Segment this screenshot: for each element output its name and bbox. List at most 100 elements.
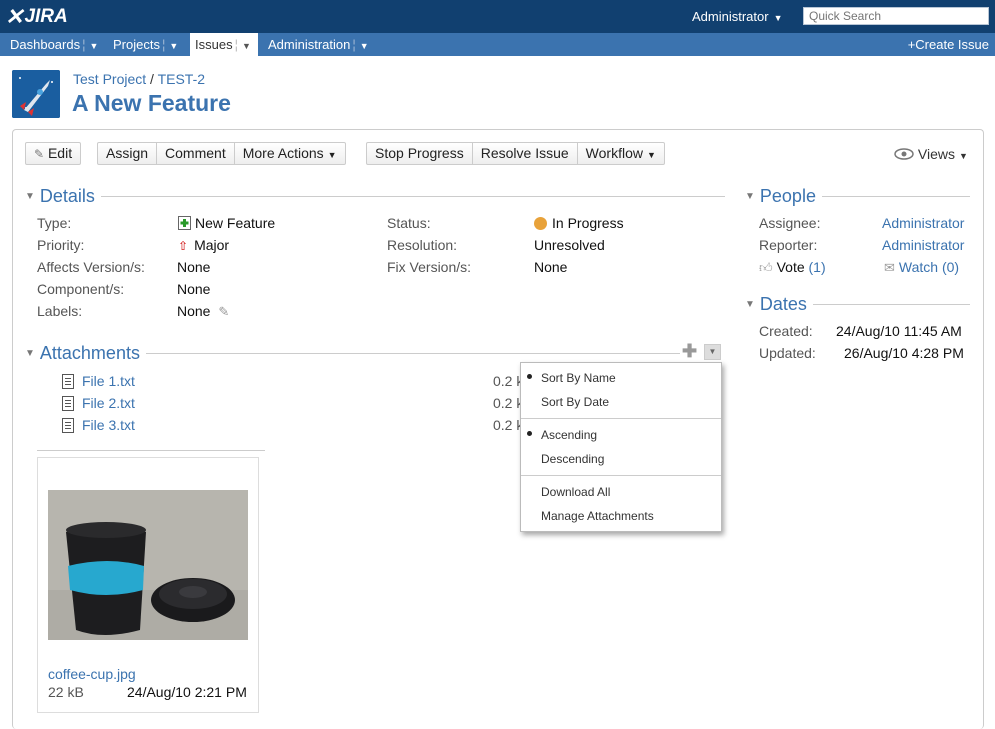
collapse-triangle-icon[interactable]: ▼ — [25, 191, 35, 202]
edit-button[interactable]: ✎ Edit — [25, 142, 82, 165]
menu-divider — [521, 418, 721, 419]
attachment-size: 0.2 k — [493, 395, 524, 411]
vote-count[interactable]: (1) — [809, 259, 826, 275]
image-attachment-name[interactable]: coffee-cup.jpg — [48, 666, 136, 682]
collapse-triangle-icon[interactable]: ▼ — [25, 348, 35, 359]
views-button[interactable]: Views ▼ — [894, 146, 968, 162]
assign-button[interactable]: Assign — [98, 143, 158, 164]
comment-button[interactable]: Comment — [157, 143, 235, 164]
fix-version-label: Fix Version/s: — [387, 259, 472, 275]
type-value-text: New Feature — [195, 215, 276, 231]
fix-version-value: None — [534, 259, 568, 275]
nav-item-issues[interactable]: Issues ¦ ▼ — [190, 33, 258, 56]
attachment-name[interactable]: File 2.txt — [82, 395, 135, 411]
menu-item-sort-by-name[interactable]: Sort By Name — [541, 371, 616, 385]
nav-item-label: Administration — [268, 37, 351, 52]
chevron-down-icon[interactable]: ▼ — [242, 41, 251, 51]
jira-logo[interactable]: ✕ JIRA — [5, 4, 68, 30]
user-menu-label: Administrator — [692, 9, 769, 24]
rocket-icon — [12, 70, 60, 118]
jira-logo-icon: ✕ — [5, 4, 24, 29]
menu-item-descending[interactable]: Descending — [541, 452, 604, 466]
details-title: Details — [39, 186, 95, 206]
chevron-down-icon[interactable]: ▼ — [360, 41, 369, 51]
resolution-value: Unresolved — [534, 237, 605, 253]
nav-item-administration[interactable]: Administration ¦ ▼ — [258, 33, 373, 56]
create-issue-label: Create Issue — [915, 37, 989, 52]
created-value: 24/Aug/10 11:45 AM — [836, 323, 962, 339]
watch-count[interactable]: (0) — [942, 259, 959, 275]
affects-version-label: Affects Version/s: — [37, 259, 145, 275]
thumbs-up-icon: 👍︎ — [759, 260, 773, 275]
add-attachment-icon[interactable]: ✚ — [682, 342, 697, 360]
reporter-label: Reporter: — [759, 237, 818, 253]
attachment-options-dropdown[interactable]: ▼ — [704, 344, 721, 360]
workflow-button[interactable]: Workflow ▼ — [578, 143, 664, 164]
edit-labels-pencil-icon[interactable]: ✎ — [218, 304, 229, 319]
more-actions-button[interactable]: More Actions ▼ — [235, 143, 345, 164]
vote-link[interactable]: 👍︎ Vote (1) — [759, 259, 826, 276]
menu-item-manage-attachments[interactable]: Manage Attachments — [541, 509, 654, 523]
coffee-cup-thumbnail[interactable] — [48, 490, 248, 640]
attachment-row[interactable]: File 3.txt — [62, 417, 135, 433]
edit-label: Edit — [47, 145, 73, 161]
attachment-row[interactable]: File 2.txt — [62, 395, 135, 411]
quick-search-input[interactable] — [803, 7, 989, 25]
menu-item-ascending[interactable]: Ascending — [541, 428, 597, 442]
resolve-issue-button[interactable]: Resolve Issue — [473, 143, 578, 164]
created-label: Created: — [759, 323, 813, 339]
action-button-group: Assign Comment More Actions ▼ — [97, 142, 346, 165]
nav-item-dashboards[interactable]: Dashboards ¦ ▼ — [0, 33, 100, 56]
jira-logo-text: JIRA — [24, 6, 68, 27]
attachment-row[interactable]: File 1.txt — [62, 373, 135, 389]
image-attachment-date: 24/Aug/10 2:21 PM — [127, 684, 247, 700]
pencil-icon: ✎ — [34, 147, 45, 161]
status-value-text: In Progress — [552, 215, 624, 231]
text-file-icon — [62, 396, 74, 411]
attachment-name[interactable]: File 3.txt — [82, 417, 135, 433]
status-label: Status: — [387, 215, 431, 231]
coffee-cup-image — [48, 490, 248, 640]
priority-major-icon: ⇧ — [178, 239, 189, 253]
user-menu[interactable]: Administrator ▼ — [692, 9, 783, 24]
updated-value: 26/Aug/10 4:28 PM — [844, 345, 964, 361]
chevron-down-icon: ▼ — [773, 13, 783, 23]
breadcrumb-issue-key[interactable]: TEST-2 — [158, 71, 205, 87]
assignee-value[interactable]: Administrator — [882, 215, 964, 231]
selected-bullet-icon — [527, 374, 532, 379]
attachment-options-menu: Sort By Name Sort By Date Ascending Desc… — [520, 362, 722, 532]
menu-item-download-all[interactable]: Download All — [541, 485, 610, 499]
watch-link[interactable]: ✉ Watch (0) — [884, 259, 959, 276]
people-section-header[interactable]: ▼ People — [745, 186, 970, 207]
divider — [37, 450, 265, 451]
attachment-size: 0.2 k — [493, 373, 524, 389]
attachment-name[interactable]: File 1.txt — [82, 373, 135, 389]
more-actions-label: More Actions — [242, 145, 324, 161]
attachments-title: Attachments — [39, 343, 140, 363]
menu-item-sort-by-date[interactable]: Sort By Date — [541, 395, 609, 409]
chevron-down-icon[interactable]: ▼ — [90, 41, 99, 51]
dates-section-header[interactable]: ▼ Dates — [745, 294, 970, 315]
chevron-down-icon[interactable]: ▼ — [169, 41, 178, 51]
selected-bullet-icon — [527, 431, 532, 436]
main-nav: Dashboards ¦ ▼ Projects ¦ ▼ Issues ¦ ▼ Adminis… — [0, 33, 995, 56]
nav-item-projects[interactable]: Projects ¦ ▼ — [103, 33, 188, 56]
project-avatar[interactable] — [12, 70, 60, 118]
watch-envelope-icon: ✉ — [884, 260, 895, 275]
nav-item-label: Issues — [195, 37, 233, 52]
text-file-icon — [62, 418, 74, 433]
page-title: A New Feature — [72, 90, 231, 116]
reporter-value[interactable]: Administrator — [882, 237, 964, 253]
collapse-triangle-icon[interactable]: ▼ — [745, 299, 755, 310]
details-section-header[interactable]: ▼ Details — [25, 186, 725, 207]
attachments-section-header[interactable]: ▼ Attachments — [25, 343, 680, 364]
type-value: New Feature — [178, 215, 275, 231]
chevron-down-icon: ▼ — [958, 151, 968, 161]
stop-progress-button[interactable]: Stop Progress — [367, 143, 473, 164]
dates-title: Dates — [759, 294, 807, 314]
type-label: Type: — [37, 215, 72, 231]
create-issue-link[interactable]: +Create Issue — [908, 33, 989, 56]
watch-label: Watch — [898, 259, 939, 275]
collapse-triangle-icon[interactable]: ▼ — [745, 191, 755, 202]
breadcrumb-project[interactable]: Test Project — [73, 71, 146, 87]
